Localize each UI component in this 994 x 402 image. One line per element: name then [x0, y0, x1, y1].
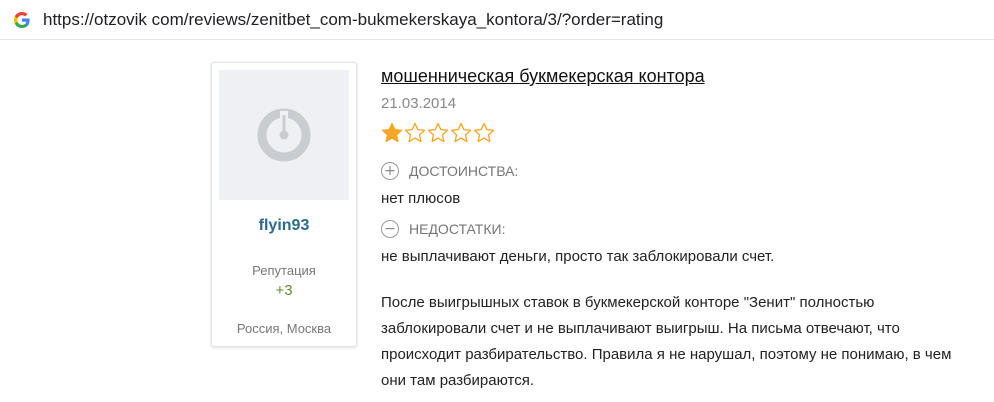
pros-text: нет плюсов [381, 190, 461, 207]
google-icon [12, 10, 32, 30]
review-body: После выигрышных ставок в букмекерской к… [381, 294, 952, 389]
cons-text: не выплачивают деньги, просто так заблок… [381, 248, 775, 265]
cons-label: НЕДОСТАТКИ: [409, 221, 506, 237]
username-link[interactable]: flyin93 [212, 217, 356, 235]
star-empty-icon [473, 122, 495, 143]
star-filled-icon [381, 122, 403, 143]
default-avatar-icon [257, 108, 311, 162]
author-card: flyin93 Репутация +3 Россия, Москва [211, 62, 357, 347]
star-empty-icon [427, 122, 449, 143]
reputation-label: Репутация [252, 263, 316, 278]
pros-label: ДОСТОИНСТВА: [409, 163, 519, 179]
review-title-link[interactable]: мошенническая букмекерская контора [381, 66, 705, 87]
plus-circle-icon: + [381, 162, 399, 180]
reputation-value: +3 [275, 282, 293, 299]
minus-circle-icon: − [381, 220, 399, 238]
review-page: flyin93 Репутация +3 Россия, Москва моше… [0, 40, 994, 402]
author-location: Россия, Москва [236, 321, 332, 336]
review-date: 21.03.2014 [381, 95, 457, 112]
browser-address-bar[interactable]: https://otzovik com/reviews/zenitbet_com… [0, 0, 994, 40]
star-empty-icon [450, 122, 472, 143]
avatar[interactable] [219, 70, 349, 200]
rating-stars [381, 122, 496, 144]
star-empty-icon [404, 122, 426, 143]
url-text[interactable]: https://otzovik com/reviews/zenitbet_com… [43, 10, 663, 30]
